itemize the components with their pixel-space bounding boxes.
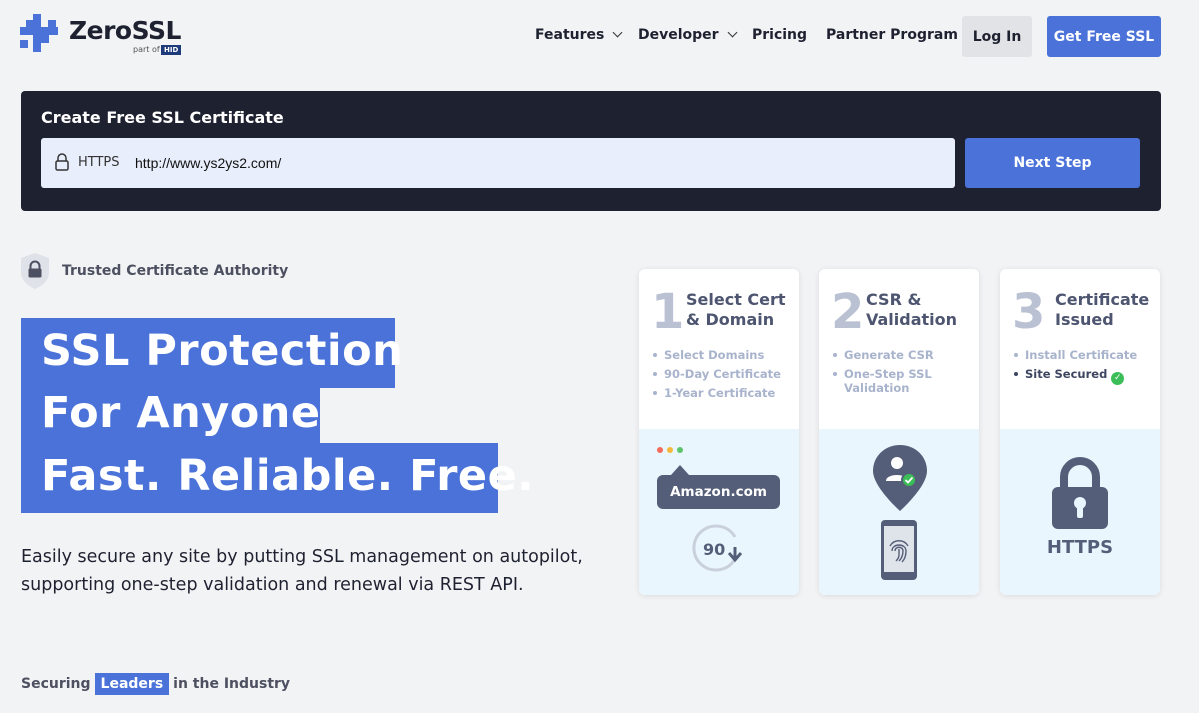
domain-input[interactable]	[131, 149, 931, 177]
step-illustration: Amazon.com 90	[639, 429, 799, 595]
list-item: Generate CSR	[833, 348, 973, 362]
list-item: 90-Day Certificate	[653, 367, 793, 381]
create-certificate-panel: Create Free SSL Certificate HTTPS Next S…	[21, 91, 1161, 211]
padlock-icon	[1052, 457, 1108, 529]
get-free-ssl-button[interactable]: Get Free SSL	[1047, 16, 1161, 57]
step-illustration: HTTPS	[1000, 429, 1160, 595]
list-item: Select Domains	[653, 348, 793, 362]
zerossl-logo-icon	[20, 14, 58, 52]
securing-leaders-heading: Securing Leaders in the Industry	[21, 673, 290, 695]
chevron-down-icon	[612, 27, 623, 38]
lock-icon	[55, 153, 69, 171]
trusted-ca-label: Trusted Certificate Authority	[62, 263, 289, 279]
nav-features[interactable]: Features	[535, 27, 623, 43]
step-card-2: 2 CSR & Validation Generate CSR One-Step…	[819, 269, 979, 595]
check-circle-icon: ✓	[1111, 372, 1125, 385]
site-secured-label: Site Secured	[1025, 367, 1108, 381]
hero-description: Easily secure any site by putting SSL ma…	[21, 547, 583, 595]
shield-lock-icon	[21, 253, 49, 289]
step-number: 3	[1012, 284, 1046, 340]
nav-partner-label: Partner Program	[826, 27, 958, 43]
list-item: Install Certificate	[1014, 348, 1154, 362]
zerossl-logo[interactable]: ZeroSSL part of HID	[20, 14, 190, 58]
list-item-secured: Site Secured ✓	[1014, 367, 1154, 385]
nav-developer[interactable]: Developer	[638, 27, 738, 43]
days-label: 90	[703, 540, 726, 559]
logo-sub-text: part of	[133, 45, 160, 54]
step-illustration	[819, 429, 979, 595]
window-dots-icon	[657, 447, 683, 453]
hero-line-1: SSL Protection	[21, 318, 403, 388]
step-number: 1	[651, 284, 685, 340]
step-number: 2	[831, 284, 865, 340]
leaders-highlight: Leaders	[94, 673, 170, 695]
phone-fingerprint-icon	[881, 520, 917, 580]
nav-pricing-label: Pricing	[752, 27, 808, 43]
nav-developer-label: Developer	[638, 27, 719, 43]
list-item: One-Step SSL Validation	[833, 367, 933, 395]
chevron-down-icon	[727, 27, 738, 38]
login-button[interactable]: Log In	[962, 16, 1032, 57]
domain-input-box[interactable]: HTTPS	[41, 138, 955, 188]
step-card-1: 1 Select Cert & Domain Select Domains 90…	[639, 269, 799, 595]
step-title: Select Cert & Domain	[686, 290, 786, 329]
bubble-tail	[671, 465, 689, 475]
domain-bubble: Amazon.com	[657, 475, 780, 509]
securing-post: in the Industry	[173, 676, 291, 692]
step-list: Generate CSR One-Step SSL Validation	[833, 348, 973, 400]
nav-features-label: Features	[535, 27, 605, 43]
protocol-label: HTTPS	[78, 155, 120, 170]
step-list: Select Domains 90-Day Certificate 1-Year…	[653, 348, 793, 405]
panel-title: Create Free SSL Certificate	[41, 108, 284, 127]
step-title: Certificate Issued	[1055, 290, 1150, 329]
https-label: HTTPS	[1046, 537, 1114, 558]
nav-pricing[interactable]: Pricing	[752, 27, 807, 43]
hero-line-3: Fast. Reliable. Free.	[21, 443, 534, 513]
next-step-button[interactable]: Next Step	[965, 138, 1140, 188]
list-item: 1-Year Certificate	[653, 386, 793, 400]
step-card-3: 3 Certificate Issued Install Certificate…	[1000, 269, 1160, 595]
step-list: Install Certificate Site Secured ✓	[1014, 348, 1154, 390]
securing-pre: Securing	[21, 676, 91, 692]
hero-line-2: For Anyone	[21, 380, 320, 450]
logo-text: ZeroSSL	[69, 16, 181, 45]
nav-partner-program[interactable]: Partner Program	[826, 27, 958, 43]
user-pin-icon	[873, 445, 927, 511]
hid-badge: HID	[161, 45, 182, 55]
step-title: CSR & Validation	[866, 290, 958, 329]
